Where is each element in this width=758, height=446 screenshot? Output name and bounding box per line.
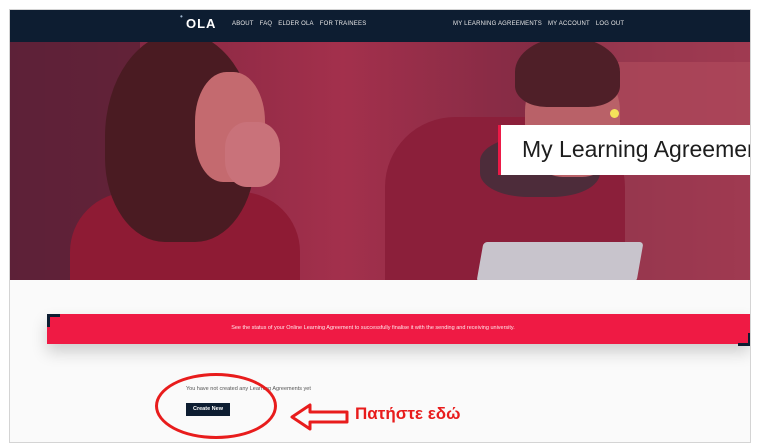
status-info-banner: See the status of your Online Learning A… bbox=[47, 314, 750, 344]
annotation-label: Πατήστε εδώ bbox=[355, 404, 461, 423]
nav-link-my-learning-agreements[interactable]: MY LEARNING AGREEMENTS bbox=[453, 21, 542, 27]
nav-link-faq[interactable]: FAQ bbox=[260, 21, 273, 27]
annotation-highlight-circle bbox=[155, 373, 277, 439]
primary-nav: ABOUT FAQ ELDER OLA FOR TRAINEES bbox=[232, 21, 366, 27]
top-navigation-bar: • OLA ABOUT FAQ ELDER OLA FOR TRAINEES M… bbox=[10, 10, 750, 42]
banner-corner-decoration bbox=[738, 333, 750, 346]
nav-link-about[interactable]: ABOUT bbox=[232, 21, 254, 27]
status-info-text: See the status of your Online Learning A… bbox=[231, 325, 515, 331]
nav-link-elder-ola[interactable]: ELDER OLA bbox=[278, 21, 313, 27]
ola-logo[interactable]: OLA bbox=[186, 16, 216, 31]
hero-title-box: My Learning Agreements bbox=[498, 125, 750, 175]
account-nav: MY LEARNING AGREEMENTS MY ACCOUNT LOG OU… bbox=[453, 21, 624, 27]
page-title: My Learning Agreements bbox=[522, 136, 750, 162]
nav-link-my-account[interactable]: MY ACCOUNT bbox=[548, 21, 590, 27]
ola-logo-mark-icon: • bbox=[180, 12, 183, 21]
annotation-arrow-icon bbox=[290, 403, 349, 431]
nav-link-for-trainees[interactable]: FOR TRAINEES bbox=[320, 21, 367, 27]
nav-link-log-out[interactable]: LOG OUT bbox=[596, 21, 624, 27]
browser-viewport: • OLA ABOUT FAQ ELDER OLA FOR TRAINEES M… bbox=[9, 9, 751, 443]
banner-corner-decoration bbox=[47, 314, 60, 327]
